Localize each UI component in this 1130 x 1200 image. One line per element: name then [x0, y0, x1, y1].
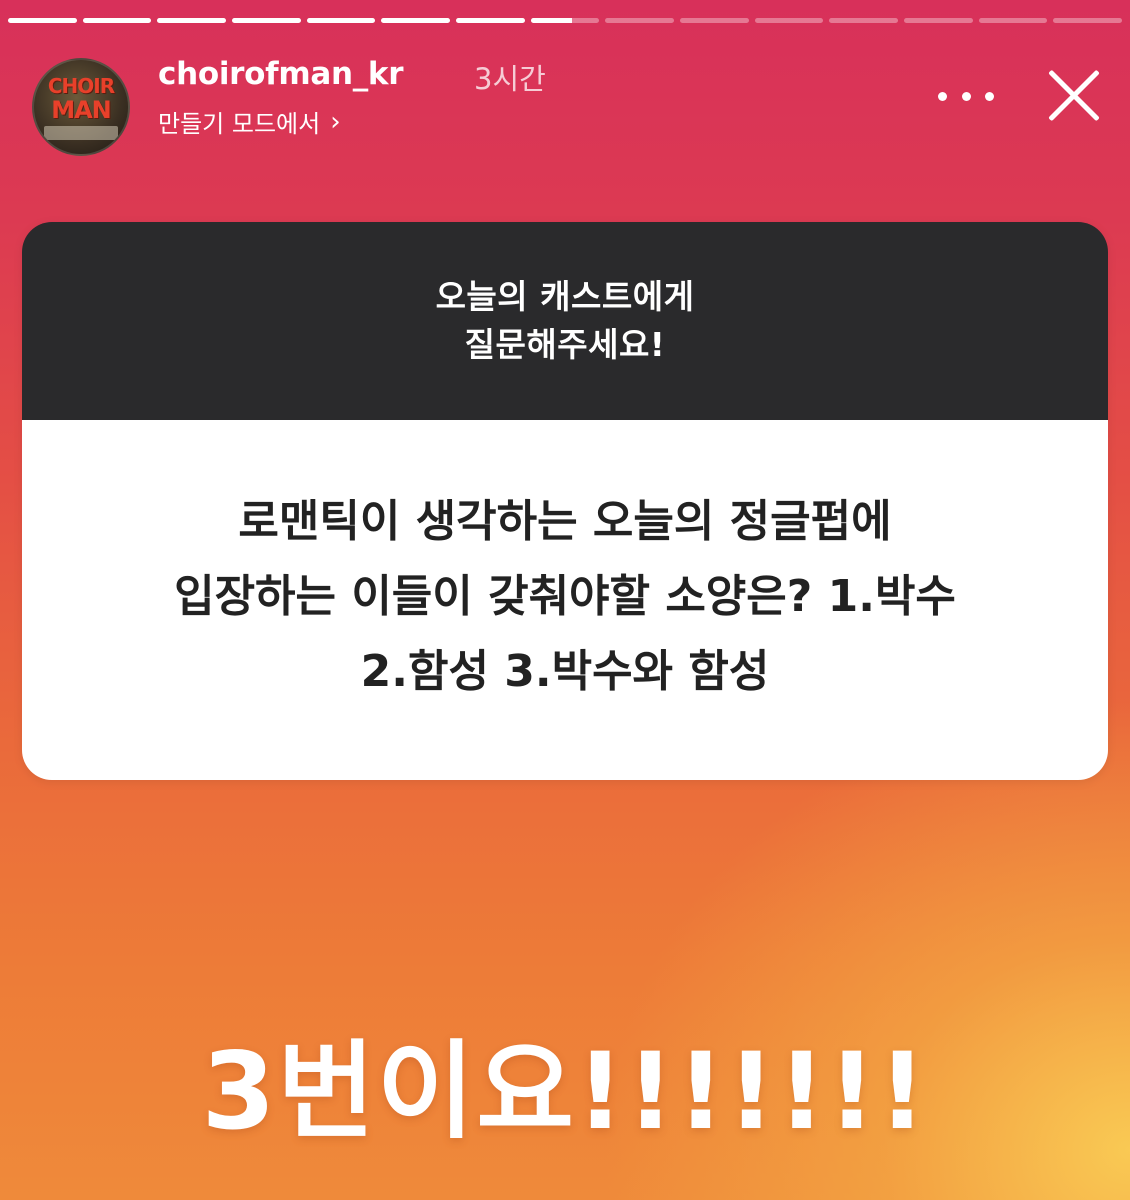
username-link[interactable]: choirofman_kr [158, 56, 404, 92]
question-line: 로맨틱이 생각하는 오늘의 정글펍에 [238, 495, 892, 547]
progress-segment [456, 18, 525, 23]
avatar-logo-bottom: MAN [51, 96, 112, 124]
progress-segment [978, 18, 1048, 23]
create-mode-label: 만들기 모드에서 [158, 110, 321, 138]
progress-segment [381, 18, 451, 23]
more-dot-icon [961, 91, 971, 101]
question-text: 로맨틱이 생각하는 오늘의 정글펍에 입장하는 이들이 갖춰야할 소양은? 1.… [22, 420, 1108, 780]
question-line: 입장하는 이들이 갖춰야할 소양은? 1.박수 [174, 570, 956, 622]
progress-segment [530, 18, 600, 23]
avatar-logo-top: CHOIR [47, 74, 115, 98]
progress-segment-fill [8, 18, 77, 23]
more-options-button[interactable] [938, 84, 994, 108]
progress-segment [754, 18, 824, 23]
progress-segment [829, 18, 899, 23]
progress-segment-fill [456, 18, 525, 23]
progress-segment [1053, 18, 1123, 23]
avatar[interactable]: CHOIR MAN [32, 58, 130, 156]
answer-text: 3번이요!!!!!!! [201, 1030, 929, 1153]
question-sticker-card: 오늘의 캐스트에게 질문해주세요! 로맨틱이 생각하는 오늘의 정글펍에 입장하… [22, 222, 1108, 780]
story-progress-bar [8, 18, 1123, 23]
post-time: 3시간 [474, 62, 546, 96]
progress-segment [680, 18, 749, 23]
progress-segment-fill [381, 18, 451, 23]
progress-segment [157, 18, 227, 23]
progress-segment [605, 18, 675, 23]
question-line: 2.함성 3.박수와 함성 [360, 645, 770, 697]
progress-segment-fill [306, 18, 376, 23]
more-dot-icon [938, 91, 947, 101]
progress-segment-fill [157, 18, 227, 23]
prompt-line: 오늘의 캐스트에게 [435, 277, 695, 316]
more-dot-icon [985, 91, 994, 101]
story-header: CHOIR MAN choirofman_kr 3시간 만들기 모드에서 › [32, 48, 1110, 156]
progress-segment-fill [232, 18, 301, 23]
story-viewer[interactable]: CHOIR MAN choirofman_kr 3시간 만들기 모드에서 › 오… [0, 0, 1130, 1200]
progress-segment-fill [82, 18, 152, 23]
avatar-band [44, 126, 118, 140]
create-mode-link[interactable]: 만들기 모드에서 › [158, 104, 341, 139]
chevron-right-icon: › [330, 106, 341, 137]
progress-segment [232, 18, 301, 23]
progress-segment [306, 18, 376, 23]
progress-segment [8, 18, 77, 23]
progress-segment [904, 18, 973, 23]
close-icon[interactable] [1046, 68, 1102, 124]
question-prompt: 오늘의 캐스트에게 질문해주세요! [22, 222, 1108, 420]
progress-segment-fill [530, 18, 572, 23]
prompt-line: 질문해주세요! [464, 325, 666, 364]
progress-segment [82, 18, 152, 23]
